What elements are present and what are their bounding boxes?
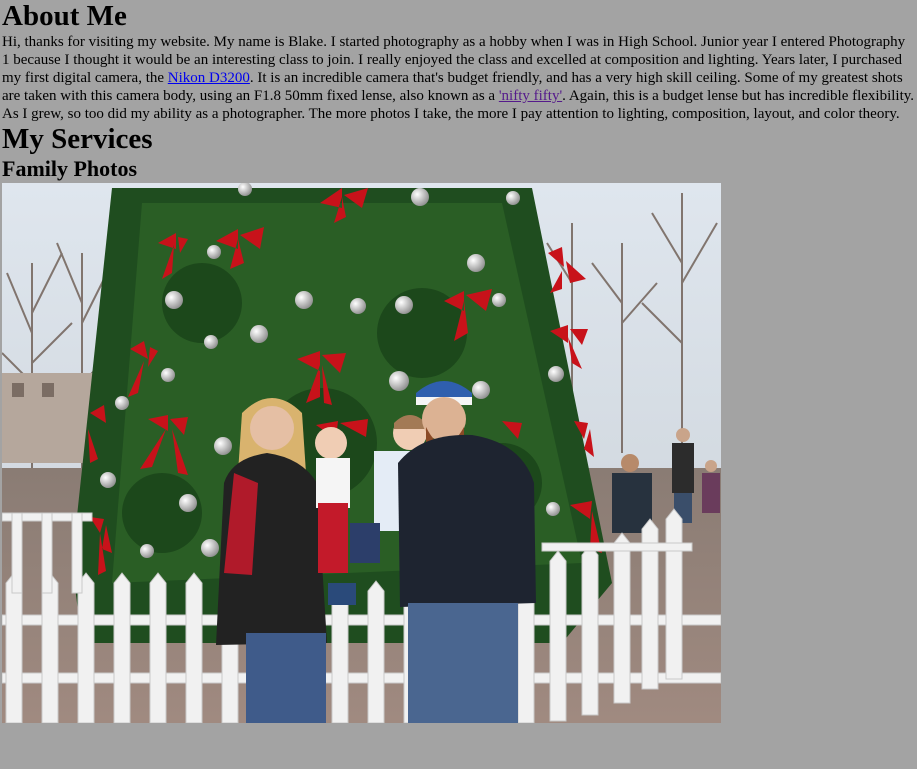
about-heading: About Me [2,0,127,32]
about-paragraph-2: As I grew, so too did my ability as a ph… [2,106,900,122]
nifty-fifty-link[interactable]: 'nifty fifty' [499,88,562,104]
about-paragraph-1: Hi, thanks for visiting my website. My n… [2,33,915,105]
services-heading: My Services [2,123,153,155]
nikon-d3200-link[interactable]: Nikon D3200 [168,70,250,86]
family-photo [2,183,721,723]
about-text-part-3: . Again, this is a budget lense but has … [562,88,915,104]
family-photos-heading: Family Photos [2,156,138,181]
